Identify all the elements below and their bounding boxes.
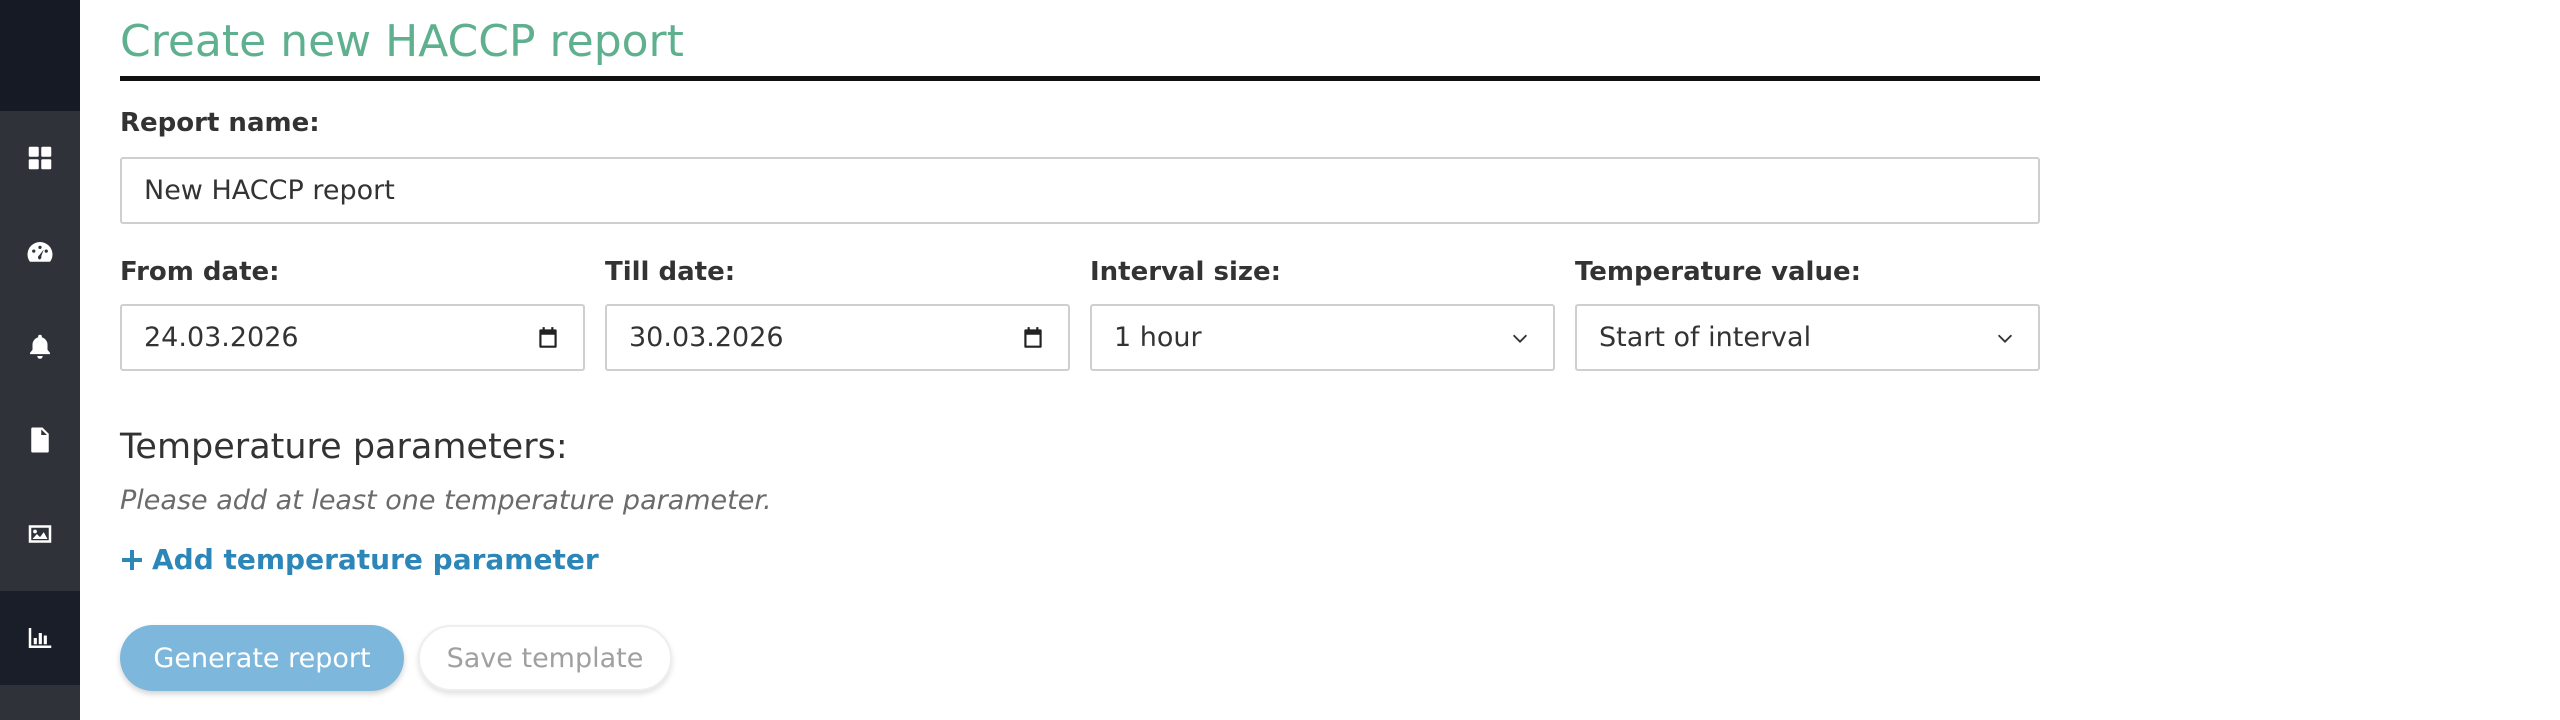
sidebar-item-reports[interactable] [0,591,80,685]
dashboard-icon [28,146,52,170]
calendar-icon[interactable] [535,325,561,351]
sidebar-item-gauge[interactable] [0,205,80,299]
interval-size-value: 1 hour [1114,322,1202,353]
save-template-button[interactable]: Save template [418,625,672,691]
chart-icon [28,628,52,648]
interval-size-label: Interval size: [1090,257,1282,287]
temperature-parameters-heading: Temperature parameters: [120,427,568,467]
temperature-value-value: Start of interval [1599,322,1812,353]
chevron-down-icon [1997,334,2013,343]
till-date-label: Till date: [605,257,736,287]
bell-icon [30,334,50,359]
main-content: Create new HACCP report Report name: Fro… [120,0,2040,720]
till-date-input[interactable]: 30.03.2026 [605,304,1070,371]
page-title: Create new HACCP report [120,16,684,67]
interval-size-select[interactable]: 1 hour [1090,304,1555,371]
report-name-input[interactable] [120,157,2040,224]
add-temperature-parameter-label: Add temperature parameter [152,543,599,576]
from-date-input[interactable]: 24.03.2026 [120,304,585,371]
temperature-parameters-hint: Please add at least one temperature para… [120,485,772,516]
sidebar-item-images[interactable] [0,487,80,581]
from-date-value: 24.03.2026 [144,322,299,353]
report-name-label: Report name: [120,108,320,138]
sidebar-item-alerts[interactable] [0,299,80,393]
from-date-label: From date: [120,257,280,287]
chevron-down-icon [1512,334,1528,343]
add-temperature-parameter-link[interactable]: Add temperature parameter [120,540,599,580]
generate-report-button[interactable]: Generate report [120,625,404,691]
sidebar-item-dashboard[interactable] [0,111,80,205]
temperature-value-label: Temperature value: [1575,257,1862,287]
plus-icon [122,550,142,570]
title-divider [120,76,2040,81]
till-date-value: 30.03.2026 [629,322,784,353]
document-icon [31,427,49,453]
sidebar-logo-area [0,0,80,111]
gauge-icon [27,242,53,262]
image-icon [28,525,52,543]
calendar-icon[interactable] [1020,325,1046,351]
sidebar [0,0,80,720]
sidebar-item-documents[interactable] [0,393,80,487]
temperature-value-select[interactable]: Start of interval [1575,304,2040,371]
